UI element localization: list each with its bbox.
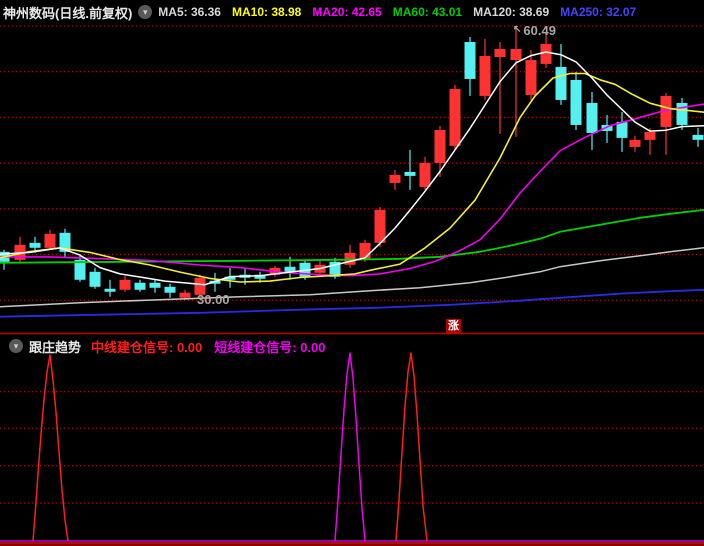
high-price-value: 60.49 <box>523 23 556 38</box>
chevron-down-icon[interactable]: ▾ <box>138 5 153 19</box>
left-arrow-icon: ← <box>185 293 195 304</box>
ma250-label: MA250: 32.07 <box>560 5 637 19</box>
ma-line-ma250 <box>0 288 704 318</box>
indicator-title: 跟庄趋势 <box>29 339 82 355</box>
ma-line-ma5 <box>0 51 704 286</box>
candle-body <box>692 134 704 140</box>
candle-body <box>119 279 131 290</box>
candle-body <box>525 59 537 95</box>
rise-marker-badge: 涨 <box>446 319 461 333</box>
candle-body <box>629 139 641 147</box>
candle-body <box>434 129 446 163</box>
low-price-value: 30.00 <box>197 292 230 307</box>
main-chart-header: 神州数码(日线.前复权) ▾ MA5: 36.36 MA10: 38.98 MA… <box>0 0 704 24</box>
candle-body <box>104 288 116 292</box>
candle-body <box>374 209 386 243</box>
candle-body <box>464 41 476 79</box>
short-term-signal-label: 短线建仓信号: 0.00 <box>214 339 326 355</box>
candle-body <box>510 49 522 60</box>
indicator-header: ▾ 跟庄趋势 中线建仓信号: 0.00 短线建仓信号: 0.00 <box>0 336 704 356</box>
candle-body <box>540 43 552 64</box>
ma60-label: MA60: 43.01 <box>392 5 463 19</box>
candle-body <box>134 282 146 290</box>
stock-title: 神州数码(日线.前复权) <box>3 5 133 21</box>
candle-body <box>389 174 401 183</box>
chart-canvas <box>0 25 704 546</box>
candle-body <box>494 49 506 58</box>
candle-body <box>449 88 461 146</box>
signal-spike <box>32 354 69 542</box>
candle-body <box>29 242 41 248</box>
high-price-label: ↖ 60.49 <box>513 23 556 38</box>
low-price-label: ← 30.00 <box>185 292 230 307</box>
candle-body <box>89 271 101 287</box>
ma5-label: MA5: 36.36 <box>158 5 221 19</box>
chevron-down-icon[interactable]: ▾ <box>9 339 23 353</box>
candle-body <box>586 102 598 133</box>
stock-app-window: 神州数码(日线.前复权) ▾ MA5: 36.36 MA10: 38.98 MA… <box>0 0 704 546</box>
signal-spike <box>395 352 428 542</box>
up-left-arrow-icon: ↖ <box>513 24 522 35</box>
candle-body <box>644 131 656 140</box>
signal-spike <box>334 352 366 542</box>
candle-body <box>555 66 567 100</box>
mid-term-signal-label: 中线建仓信号: 0.00 <box>91 339 203 355</box>
candle-body <box>44 233 56 248</box>
ma-line-ma20 <box>0 103 704 277</box>
ma10-label: MA10: 38.98 <box>231 5 302 19</box>
ma20-label: MA20: 42.65 <box>312 5 382 19</box>
candle-body <box>164 286 176 293</box>
ma120-label: MA120: 38.69 <box>473 5 550 19</box>
candle-body <box>570 79 582 125</box>
candle-body <box>149 282 161 288</box>
candle-body <box>479 56 491 96</box>
candle-body <box>404 171 416 176</box>
candle-body <box>419 162 431 187</box>
ma-line-ma10 <box>0 72 704 283</box>
